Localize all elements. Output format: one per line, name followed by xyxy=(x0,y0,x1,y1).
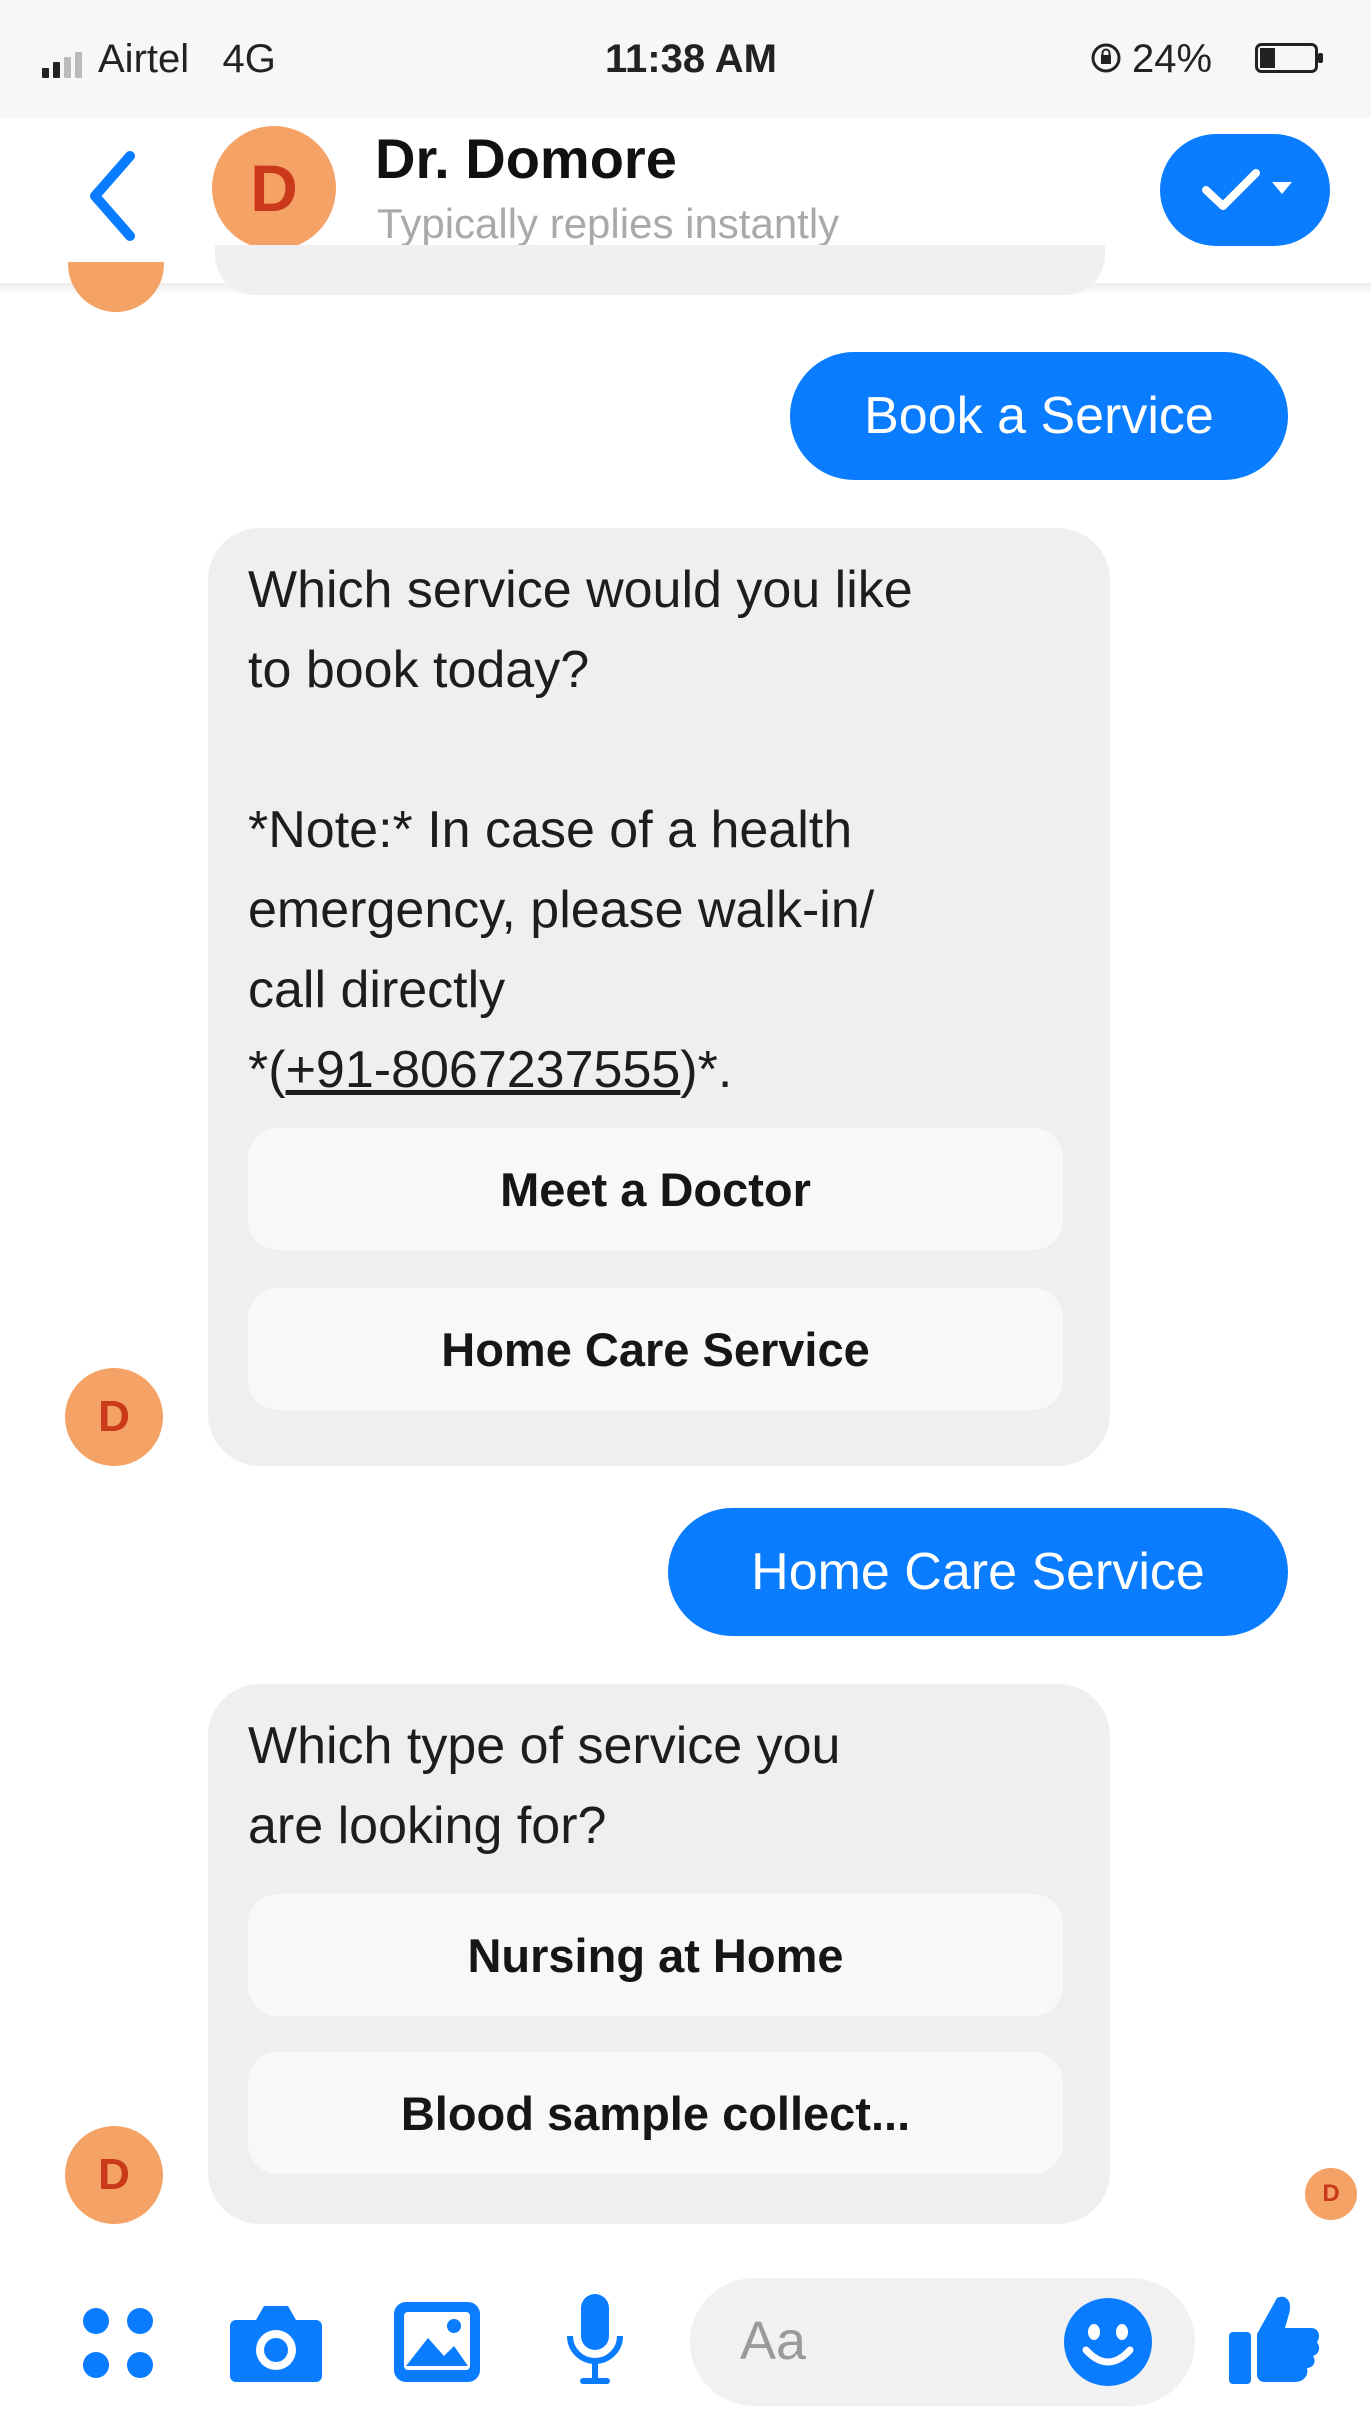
back-chevron-icon[interactable] xyxy=(80,146,150,246)
seen-indicator: D xyxy=(1305,2168,1357,2220)
carrier-label: Airtel 4G xyxy=(98,37,276,81)
battery-percent: 24% xyxy=(1132,37,1213,81)
bot-avatar: D xyxy=(65,1368,163,1466)
apps-grid-icon[interactable] xyxy=(78,2303,158,2383)
clock: 11:38 AM xyxy=(605,37,777,81)
outgoing-message: Home Care Service xyxy=(668,1508,1288,1636)
network-label: 4G xyxy=(222,37,276,81)
previous-message-bubble xyxy=(215,245,1105,295)
message-text: Which type of service you are looking fo… xyxy=(248,1717,841,1855)
emoji-icon[interactable] xyxy=(1062,2296,1154,2388)
phone-link[interactable]: +91-8067237555 xyxy=(286,1041,681,1099)
quick-reply-blood-sample[interactable]: Blood sample collect... xyxy=(248,2052,1063,2174)
contact-status: Typically replies instantly xyxy=(377,200,840,247)
message-input-placeholder: Aa xyxy=(740,2311,807,2371)
incoming-message-bubble: Which service would you like to book tod… xyxy=(208,528,1110,1466)
dropdown-icon xyxy=(1272,182,1292,194)
image-icon[interactable] xyxy=(392,2300,482,2384)
incoming-message-bubble: Which type of service you are looking fo… xyxy=(208,1684,1110,2224)
contact-name[interactable]: Dr. Domore xyxy=(375,126,677,191)
messenger-chat-screen: Airtel 4G 11:38 AM 24% D Dr. Domore Typi… xyxy=(0,0,1371,2425)
quick-reply-meet-doctor[interactable]: Meet a Doctor xyxy=(248,1128,1063,1250)
bot-avatar: D xyxy=(65,2126,163,2224)
orientation-lock-icon xyxy=(1091,43,1121,73)
microphone-icon[interactable] xyxy=(562,2292,628,2388)
contact-avatar[interactable]: D xyxy=(212,126,336,250)
outgoing-message: Book a Service xyxy=(790,352,1288,480)
camera-icon[interactable] xyxy=(228,2300,324,2384)
status-bar: Airtel 4G 11:38 AM 24% xyxy=(0,0,1371,118)
follow-menu-button[interactable] xyxy=(1160,134,1330,246)
previous-avatar xyxy=(68,262,164,312)
quick-reply-home-care[interactable]: Home Care Service xyxy=(248,1288,1063,1410)
battery-icon xyxy=(1255,43,1323,73)
checkmark-icon xyxy=(1202,169,1260,210)
message-text: Which service would you like to book tod… xyxy=(248,561,913,1099)
thumbs-up-icon[interactable] xyxy=(1225,2290,1323,2388)
quick-reply-nursing[interactable]: Nursing at Home xyxy=(248,1894,1063,2016)
